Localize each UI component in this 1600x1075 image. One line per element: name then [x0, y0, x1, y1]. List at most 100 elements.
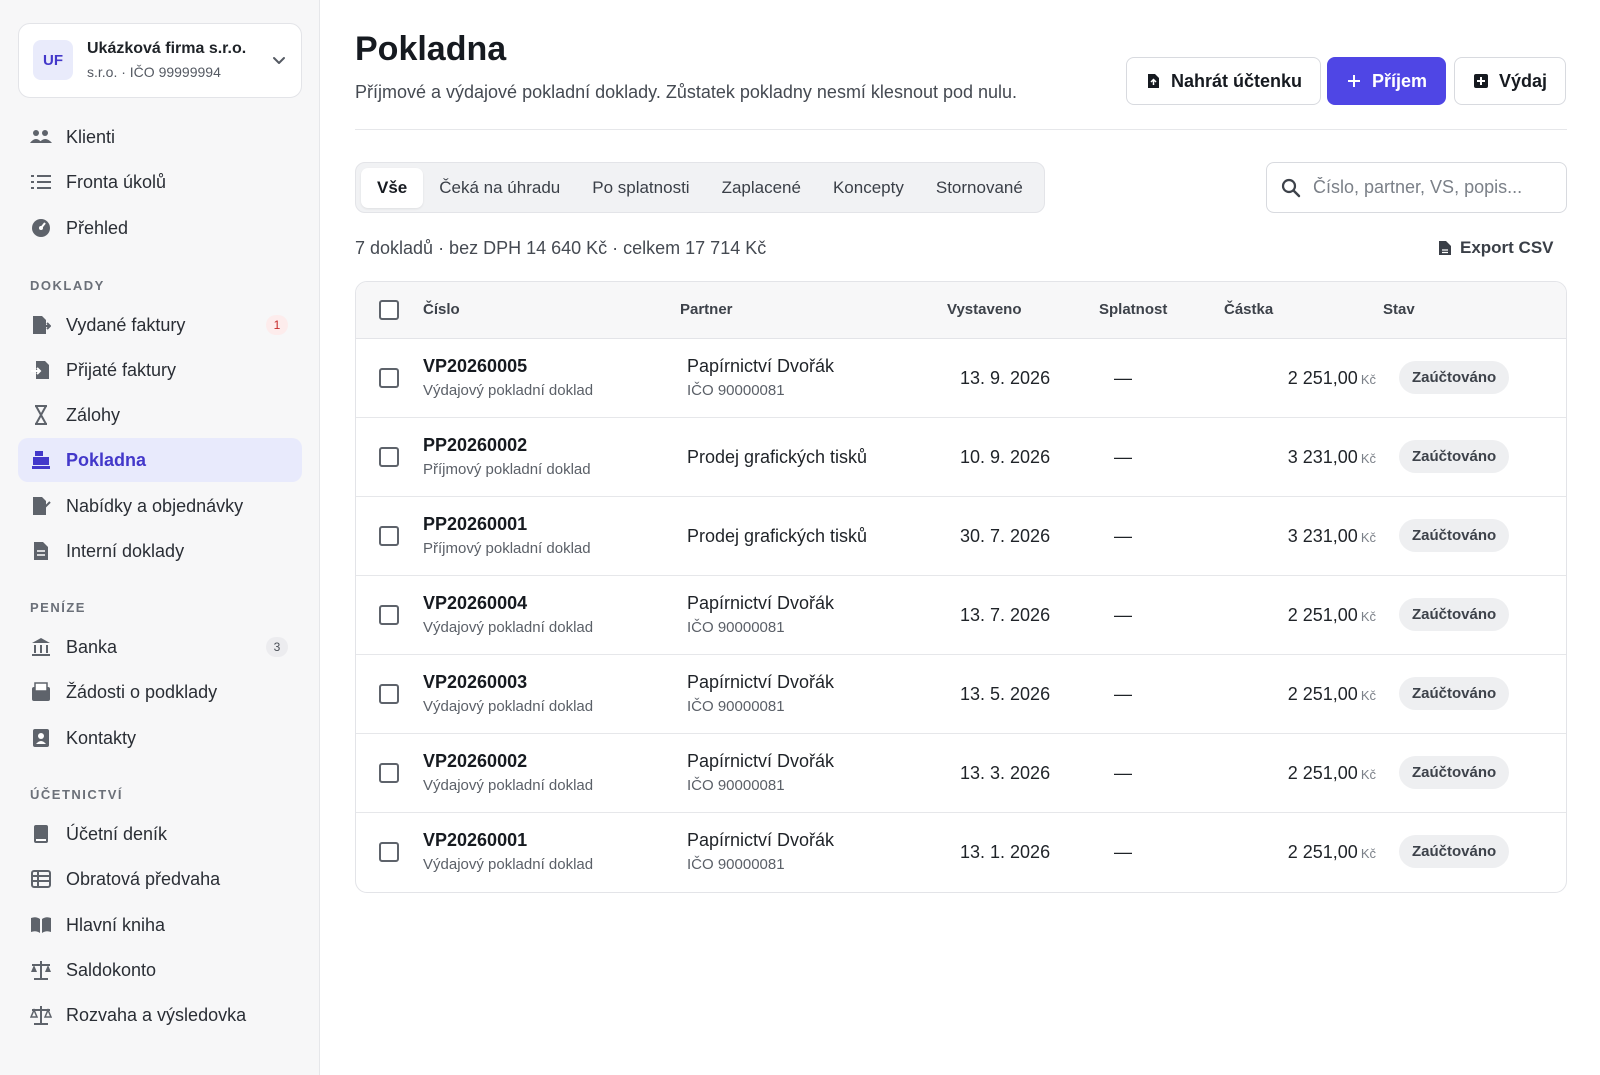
page-title: Pokladna: [355, 30, 507, 68]
document-number[interactable]: VP20260002: [423, 751, 593, 772]
tab-koncepty[interactable]: Koncepty: [817, 168, 920, 208]
sidebar-item-fronta-ukolu[interactable]: Fronta úkolů: [18, 160, 302, 204]
partner-name: Papírnictví Dvořák: [687, 672, 835, 692]
sidebar-item-label: Banka: [66, 636, 118, 657]
table-row[interactable]: VP20260003 Výdajový pokladní doklad Papí…: [356, 655, 1566, 734]
company-subtitle: s.r.o. · IČO 99999994: [87, 64, 221, 80]
row-checkbox[interactable]: [379, 368, 399, 388]
company-switcher[interactable]: UF Ukázková firma s.r.o. s.r.o. · IČO 99…: [18, 23, 302, 98]
row-checkbox[interactable]: [379, 526, 399, 546]
status-badge: Zaúčtováno: [1399, 756, 1510, 789]
currency-label: Kč: [1360, 767, 1376, 782]
column-header-partner[interactable]: Partner: [680, 301, 733, 318]
sidebar-item-zadosti-o-podklady[interactable]: Žádosti o podklady: [18, 670, 302, 714]
tab-stornovane[interactable]: Stornované: [920, 168, 1039, 208]
page-description: Příjmové a výdajové pokladní doklady. Zů…: [355, 82, 1018, 102]
column-header-cislo[interactable]: Číslo: [423, 301, 460, 318]
status-badge: Zaúčtováno: [1399, 598, 1510, 631]
company-name: Ukázková firma s.r.o.: [87, 40, 247, 57]
sidebar-item-label: Obratová předvaha: [66, 868, 221, 889]
sidebar-item-label: Saldokonto: [66, 959, 157, 980]
search-icon: [1281, 178, 1301, 197]
export-csv-button[interactable]: Export CSV: [1438, 238, 1554, 258]
column-header-vystaveno[interactable]: Vystaveno: [947, 301, 1021, 318]
column-header-stav[interactable]: Stav: [1383, 301, 1415, 318]
upload-receipt-button[interactable]: Nahrát účtenku: [1126, 57, 1322, 105]
currency-label: Kč: [1360, 609, 1376, 624]
document-type: Příjmový pokladní doklad: [423, 540, 591, 557]
sidebar-item-label: Klienti: [66, 126, 116, 147]
partner-cell: Prodej grafických tisků: [687, 447, 867, 468]
row-checkbox[interactable]: [379, 684, 399, 704]
sidebar-item-label: Interní doklady: [66, 540, 185, 561]
amount-cell: 2 251,00 Kč: [1206, 605, 1376, 626]
sidebar-item-klienti[interactable]: Klienti: [18, 115, 302, 159]
expense-button[interactable]: Výdaj: [1454, 57, 1567, 105]
sidebar-item-nabidky-a-objednavky[interactable]: Nabídky a objednávky: [18, 484, 302, 528]
tab-ceka-na-uhradu[interactable]: Čeká na úhradu: [423, 168, 576, 208]
tab-zaplacene[interactable]: Zaplacené: [706, 168, 817, 208]
document-number[interactable]: VP20260003: [423, 672, 593, 693]
table-row[interactable]: VP20260005 Výdajový pokladní doklad Papí…: [356, 339, 1566, 418]
column-header-castka[interactable]: Částka: [1224, 301, 1273, 318]
section-label-ucetnictvi: ÚČETNICTVÍ: [30, 787, 123, 802]
partner-name: Prodej grafických tisků: [687, 526, 868, 546]
sidebar-item-pokladna[interactable]: Pokladna: [18, 438, 302, 482]
due-date: —: [1114, 605, 1132, 625]
document-number[interactable]: PP20260001: [423, 514, 591, 535]
sidebar-item-rozvaha-a-vysledovka[interactable]: Rozvaha a výsledovka: [18, 993, 302, 1037]
table-row[interactable]: VP20260002 Výdajový pokladní doklad Papí…: [356, 734, 1566, 813]
partner-cell: Papírnictví Dvořák IČO 90000081: [687, 593, 834, 636]
issued-date: 10. 9. 2026: [960, 447, 1051, 467]
upload-receipt-label: Nahrát účtenku: [1171, 70, 1303, 91]
bank-icon: [30, 636, 52, 658]
sidebar-item-saldokonto[interactable]: Saldokonto: [18, 948, 302, 992]
document-number[interactable]: VP20260004: [423, 593, 593, 614]
count-badge: 3: [266, 637, 288, 657]
column-header-splatnost[interactable]: Splatnost: [1099, 301, 1167, 318]
issued-date: 13. 9. 2026: [960, 368, 1051, 388]
table-row[interactable]: PP20260002 Příjmový pokladní doklad Prod…: [356, 418, 1566, 497]
document-number-cell: VP20260004 Výdajový pokladní doklad: [423, 593, 593, 636]
tab-vse[interactable]: Vše: [361, 167, 424, 208]
hourglass-icon: [30, 404, 52, 426]
search-input[interactable]: [1313, 177, 1553, 198]
income-button[interactable]: Příjem: [1327, 57, 1447, 105]
sidebar-item-banka[interactable]: Banka 3: [18, 625, 302, 669]
sidebar-item-hlavni-kniha[interactable]: Hlavní kniha: [18, 903, 302, 947]
sidebar-item-label: Kontakty: [66, 727, 137, 748]
document-number[interactable]: PP20260002: [423, 435, 591, 456]
sidebar-item-interni-doklady[interactable]: Interní doklady: [18, 529, 302, 573]
row-checkbox[interactable]: [379, 447, 399, 467]
due-date: —: [1114, 447, 1132, 467]
table-row[interactable]: PP20260001 Příjmový pokladní doklad Prod…: [356, 497, 1566, 576]
sidebar-item-vydane-faktury[interactable]: Vydané faktury 1: [18, 303, 302, 347]
row-checkbox[interactable]: [379, 763, 399, 783]
sidebar: UF Ukázková firma s.r.o. s.r.o. · IČO 99…: [0, 0, 320, 1075]
sidebar-item-kontakty[interactable]: Kontakty: [18, 716, 302, 760]
document-number[interactable]: VP20260001: [423, 830, 593, 851]
select-all-checkbox[interactable]: [379, 300, 399, 320]
status-badge: Zaúčtováno: [1399, 677, 1510, 710]
cash-register-icon: [30, 449, 52, 471]
document-type: Výdajový pokladní doklad: [423, 856, 594, 873]
count-badge: 1: [266, 315, 288, 335]
main-content: Pokladna Příjmové a výdajové pokladní do…: [320, 0, 1600, 1075]
journal-book-icon: [30, 823, 52, 845]
tab-po-splatnosti[interactable]: Po splatnosti: [576, 168, 705, 208]
row-checkbox[interactable]: [379, 842, 399, 862]
sidebar-item-ucetni-denik[interactable]: Účetní deník: [18, 812, 302, 856]
sidebar-item-label: Zálohy: [66, 404, 121, 425]
sidebar-item-obratova-predvaha[interactable]: Obratová předvaha: [18, 857, 302, 901]
row-checkbox[interactable]: [379, 605, 399, 625]
table-row[interactable]: VP20260001 Výdajový pokladní doklad Papí…: [356, 813, 1566, 892]
issued-date: 13. 1. 2026: [960, 842, 1051, 862]
sidebar-item-zalohy[interactable]: Zálohy: [18, 393, 302, 437]
amount-cell: 3 231,00 Kč: [1206, 526, 1376, 547]
sidebar-item-prijate-faktury[interactable]: Přijaté faktury: [18, 348, 302, 392]
sidebar-item-prehled[interactable]: Přehled: [18, 206, 302, 250]
contact-card-icon: [30, 727, 52, 749]
income-label: Příjem: [1372, 70, 1428, 91]
table-row[interactable]: VP20260004 Výdajový pokladní doklad Papí…: [356, 576, 1566, 655]
document-number[interactable]: VP20260005: [423, 356, 593, 377]
